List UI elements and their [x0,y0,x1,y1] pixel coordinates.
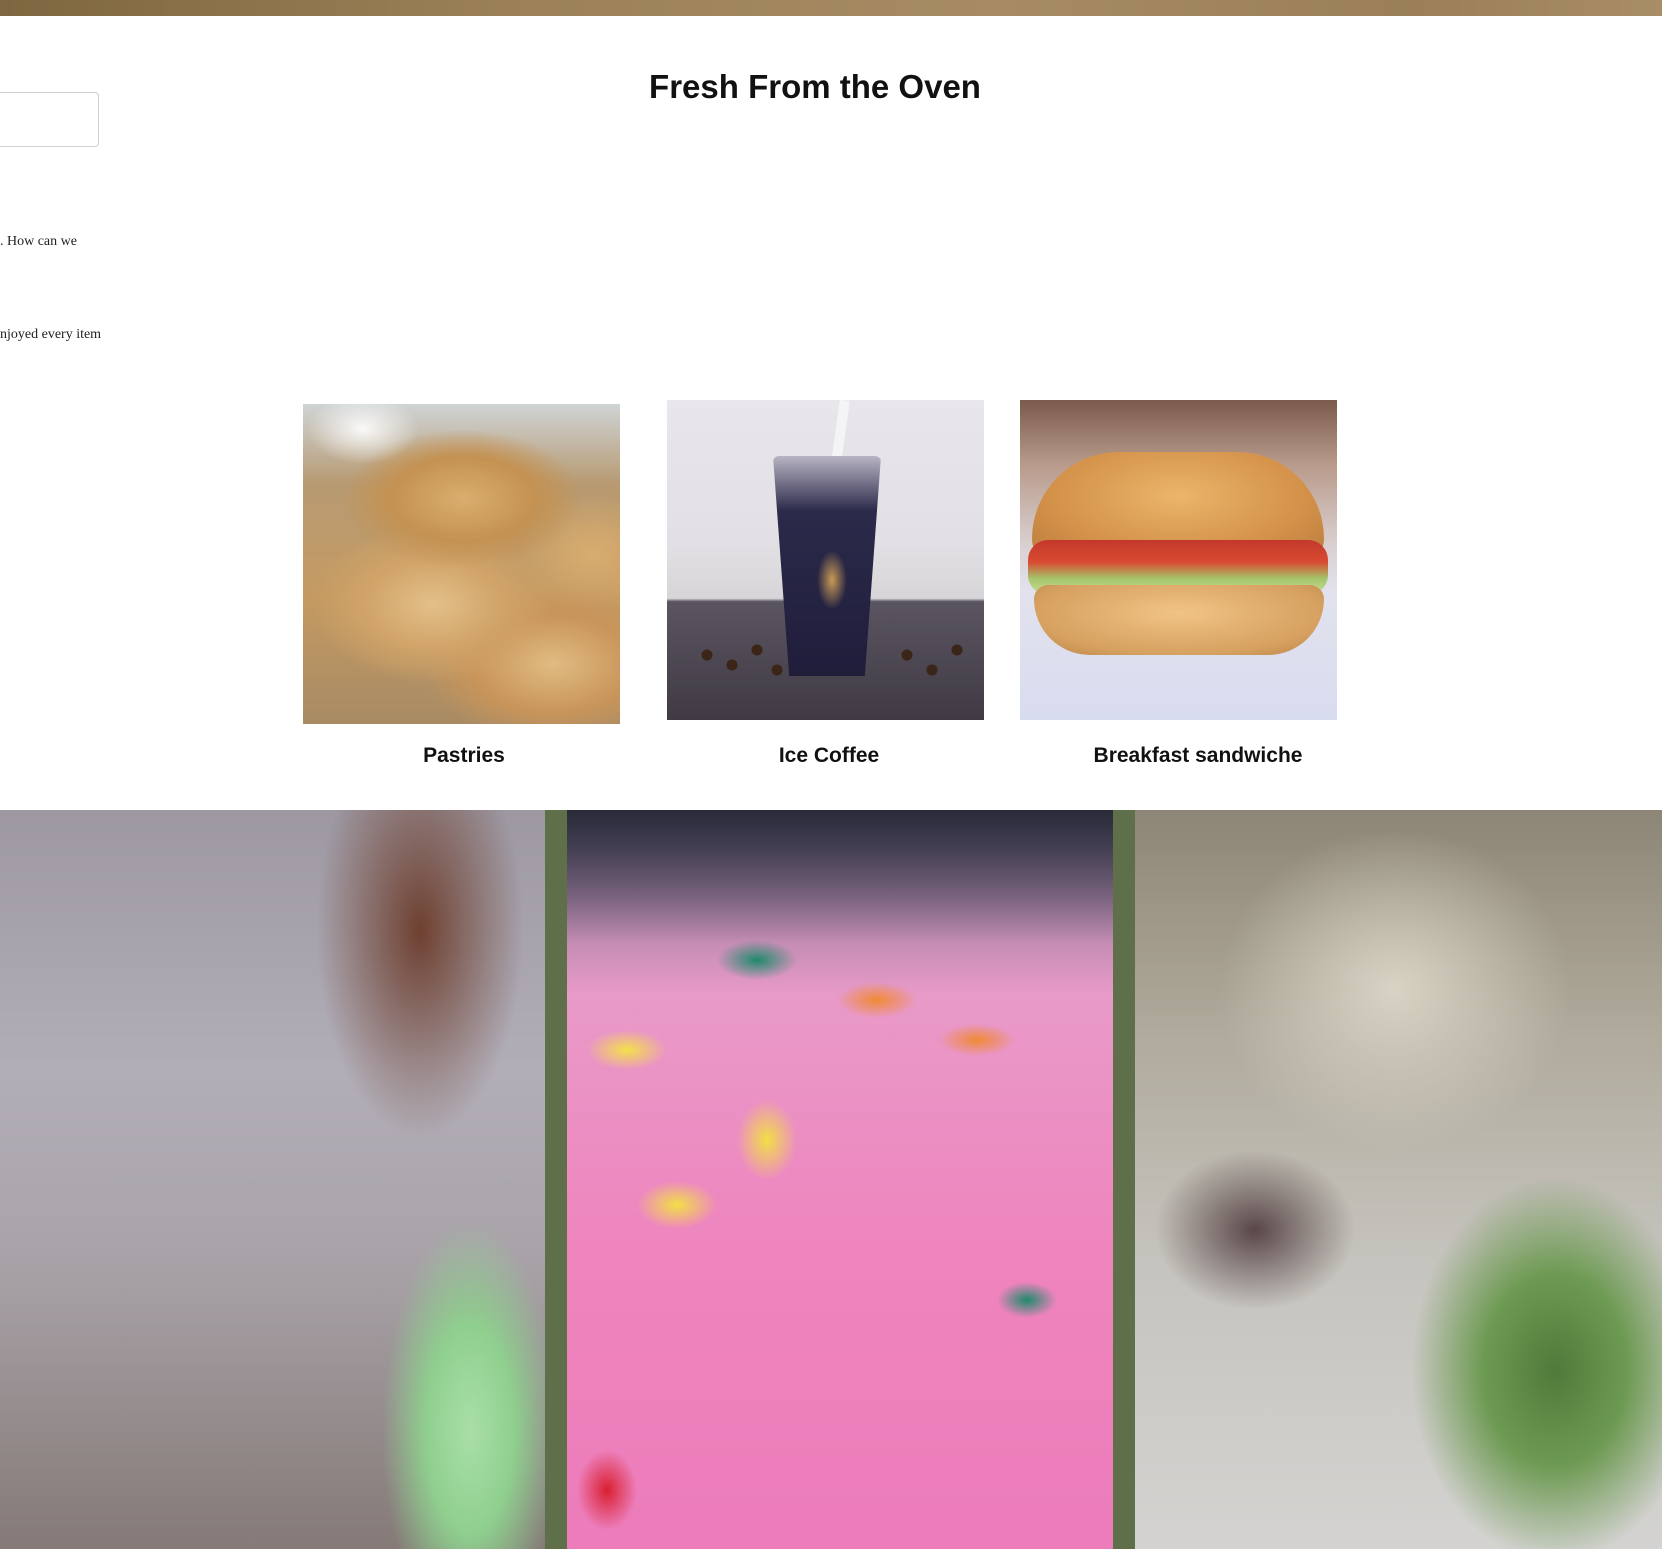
header-banner-strip [0,0,1662,16]
foam-shape [817,550,847,610]
pastries-label[interactable]: Pastries [303,744,625,768]
pastries-image[interactable] [303,404,620,724]
ice-coffee-label[interactable]: Ice Coffee [667,744,991,768]
gallery-band [0,810,1662,1549]
gallery-image-left[interactable] [0,810,545,1549]
ice-coffee-image[interactable] [667,400,984,720]
gallery-image-middle[interactable] [567,810,1113,1549]
breakfast-sandwich-label[interactable]: Breakfast sandwiche [1020,744,1376,768]
croissant-bottom-shape [1034,585,1324,655]
side-text-line-2: njoyed every item [0,327,102,342]
section-title: Fresh From the Oven [649,68,981,105]
breakfast-sandwich-image[interactable] [1020,400,1337,720]
gallery-image-right[interactable] [1135,810,1662,1549]
coffee-beans-shape [677,625,974,695]
side-text-line-1: . How can we [0,234,77,249]
page: . How can we njoyed every item Fresh Fro… [0,0,1662,1549]
